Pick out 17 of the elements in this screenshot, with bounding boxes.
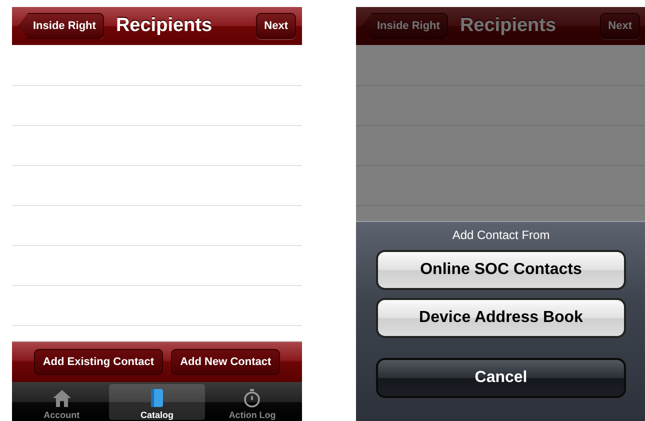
tab[interactable]: Action Log	[204, 384, 300, 420]
option-button[interactable]: Device Address Book	[376, 298, 626, 338]
house-icon	[52, 388, 72, 408]
cancel-button[interactable]: Cancel	[376, 358, 626, 398]
back-button[interactable]: Inside Right	[362, 13, 448, 39]
back-button[interactable]: Inside Right	[18, 13, 104, 39]
option-button[interactable]: Online SOC Contacts	[376, 250, 626, 290]
action-button[interactable]: Add Existing Contact	[34, 349, 164, 375]
screen-title: Recipients	[116, 15, 214, 37]
tab[interactable]: Account	[14, 384, 110, 420]
stopwatch-icon	[242, 388, 262, 408]
next-button[interactable]: Next	[256, 13, 296, 39]
tab[interactable]: Catalog	[109, 384, 205, 420]
next-button[interactable]: Next	[600, 13, 640, 39]
sheet-title: Add Contact From	[452, 228, 550, 242]
screen-title: Recipients	[460, 15, 558, 37]
action-button[interactable]: Add New Contact	[171, 349, 280, 375]
